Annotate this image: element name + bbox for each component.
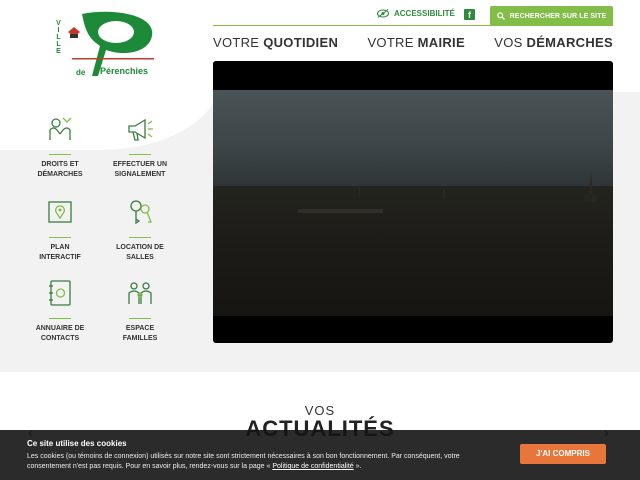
quicklink-label-2: SALLES	[126, 254, 154, 261]
video-skyline	[298, 171, 597, 213]
header-divider	[213, 25, 613, 26]
hero-video[interactable]	[213, 61, 613, 343]
megaphone-icon	[128, 118, 153, 141]
quicklink-divider	[129, 154, 151, 155]
logo-de-text: de	[76, 68, 86, 77]
quicklink-label-1: EFFECTUER UN	[112, 161, 168, 168]
logo-ville-text: VILLE	[55, 20, 62, 55]
quicklink-label-1: PLAN	[50, 244, 70, 251]
logo-name-text: Pérenchies	[100, 66, 149, 76]
quicklink-label-2: CONTACTS	[40, 335, 80, 342]
quicklink-annuaire-contacts[interactable]: ANNUAIRE DE CONTACTS	[25, 278, 95, 344]
quicklink-divider	[49, 318, 71, 319]
quicklink-signalement[interactable]: EFFECTUER UN SIGNALEMENT	[105, 114, 175, 180]
quicklink-droits-demarches[interactable]: DROITS ET DÉMARCHES	[25, 114, 95, 180]
quicklink-label-2: SIGNALEMENT	[114, 171, 166, 178]
map-pin-icon	[48, 201, 72, 223]
cookie-title: Ce site utilise des cookies	[27, 439, 127, 448]
facebook-icon[interactable]: f	[464, 9, 475, 20]
cookie-body: Les cookies (ou témoins de connexion) ut…	[27, 453, 460, 470]
quicklink-divider	[129, 237, 151, 238]
quicklink-divider	[49, 154, 71, 155]
accessibility-label: ACCESSIBILITÉ	[394, 9, 455, 18]
main-nav: VOTRE QUOTIDIEN VOTRE MAIRIE VOS DÉMARCH…	[213, 35, 613, 51]
search-label: RECHERCHER SUR LE SITE	[509, 12, 607, 20]
quicklink-label-1: ESPACE	[125, 325, 155, 332]
cookie-accept-button[interactable]: J'AI COMPRIS	[520, 444, 606, 464]
address-book-icon	[49, 280, 71, 306]
quicklink-divider	[129, 318, 151, 319]
hands-icon	[49, 117, 72, 140]
quicklink-location-salles[interactable]: LOCATION DE SALLES	[105, 197, 175, 263]
search-button[interactable]: RECHERCHER SUR LE SITE	[490, 6, 613, 26]
quicklink-label-2: FAMILLES	[122, 335, 158, 342]
nav-vos-demarches[interactable]: VOS DÉMARCHES	[494, 35, 613, 51]
quicklink-label-1: LOCATION DE	[116, 244, 164, 251]
cookie-body-end: ».	[355, 463, 362, 470]
quicklink-label-2: INTERACTIF	[39, 254, 81, 261]
quicklink-plan-interactif[interactable]: PLAN INTERACTIF	[25, 197, 95, 263]
nav-votre-quotidien[interactable]: VOTRE QUOTIDIEN	[213, 35, 338, 51]
search-icon	[496, 12, 505, 20]
utility-bar: ACCESSIBILITÉ f RECHERCHER SUR LE SITE	[213, 6, 613, 26]
quicklink-label-2: DÉMARCHES	[37, 171, 83, 178]
accessibility-link[interactable]: ACCESSIBILITÉ	[377, 9, 455, 18]
keys-icon	[130, 200, 152, 225]
quicklink-divider	[49, 237, 71, 238]
cookie-banner: Ce site utilise des cookies Les cookies …	[0, 430, 640, 480]
quicklink-espace-familles[interactable]: ESPACE FAMILLES	[105, 278, 175, 344]
nav-votre-mairie[interactable]: VOTRE MAIRIE	[367, 35, 465, 51]
cookie-text: Les cookies (ou témoins de connexion) ut…	[27, 452, 497, 472]
privacy-policy-link[interactable]: Politique de confidentialité	[272, 463, 353, 470]
site-logo[interactable]: VILLE de Pérenchies	[52, 10, 156, 78]
family-icon	[128, 282, 152, 304]
eye-slash-icon	[377, 9, 389, 18]
quicklink-label-1: DROITS ET	[41, 161, 79, 168]
quicklink-label-1: ANNUAIRE DE	[35, 325, 85, 332]
